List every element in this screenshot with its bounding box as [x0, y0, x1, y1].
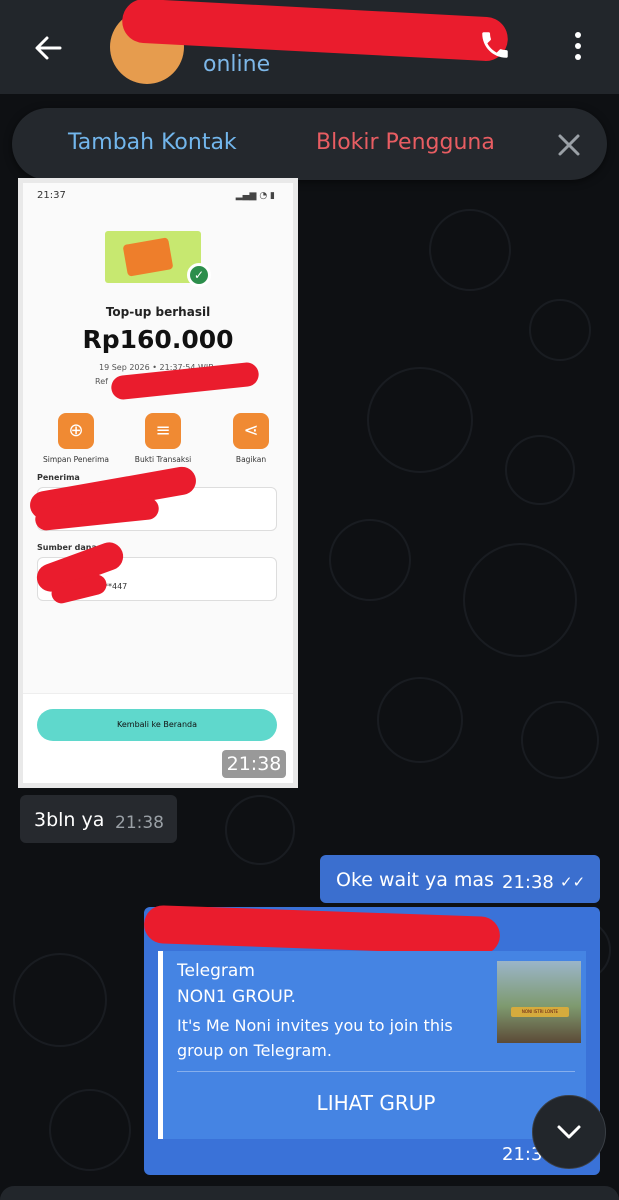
- preview-title: NON1 GROUP.: [177, 987, 296, 1007]
- person-add-icon: ⊕: [58, 413, 94, 449]
- preview-thumbnail: NONI ISTRI LONTE: [497, 961, 581, 1043]
- outgoing-message[interactable]: Oke wait ya mas 21:38 ✓✓: [320, 855, 600, 903]
- signal-icon: ▂▄▆ ◔ ▮: [235, 191, 275, 201]
- check-icon: ✓: [187, 263, 211, 287]
- add-contact-button[interactable]: Tambah Kontak: [68, 130, 237, 155]
- photo-message[interactable]: 21:37 ▂▄▆ ◔ ▮ ✓ Top-up berhasil Rp160.00…: [18, 178, 298, 788]
- preview-divider: [177, 1071, 575, 1072]
- redaction-mark: [143, 904, 501, 956]
- back-to-home-button: Kembali ke Beranda: [37, 709, 277, 741]
- more-vert-icon[interactable]: [558, 26, 598, 66]
- receipt-ref: Ref: [95, 377, 108, 386]
- link-preview-card[interactable]: Telegram NON1 GROUP. It's Me Noni invite…: [158, 951, 586, 1139]
- block-user-button[interactable]: Blokir Pengguna: [316, 130, 495, 155]
- share-action: ⋖ Bagikan: [206, 413, 293, 464]
- chat-header: online: [0, 0, 619, 94]
- message-composer[interactable]: [0, 1186, 619, 1200]
- message-time: 21:38: [222, 750, 286, 778]
- receipt-title: Top-up berhasil: [105, 305, 211, 319]
- preview-site-name: Telegram: [177, 961, 255, 981]
- chevron-down-icon: [557, 1125, 581, 1139]
- recipient-label: Penerima: [37, 473, 80, 482]
- receipt-amount: Rp160.000: [82, 325, 234, 354]
- message-time: 21:38: [502, 872, 554, 893]
- document-icon: ≡: [145, 413, 181, 449]
- preview-description: It's Me Noni invites you to join this gr…: [177, 1016, 453, 1060]
- incoming-message[interactable]: 3bln ya 21:38: [20, 795, 177, 843]
- share-icon: ⋖: [233, 413, 269, 449]
- message-text: Oke wait ya mas: [336, 869, 494, 891]
- thumbnail-badge: NONI ISTRI LONTE: [511, 1007, 569, 1017]
- screenshot-status-time: 21:37: [37, 190, 66, 201]
- receipt-proof-action: ≡ Bukti Transaksi: [118, 413, 208, 464]
- back-arrow-icon[interactable]: [28, 28, 68, 68]
- save-recipient-action: ⊕ Simpan Penerima: [31, 413, 121, 464]
- contact-action-bar: Tambah Kontak Blokir Pengguna: [12, 108, 607, 180]
- scroll-down-button[interactable]: [532, 1095, 606, 1169]
- status-text: online: [203, 52, 271, 77]
- read-ticks-icon: ✓✓: [560, 873, 586, 891]
- message-time: 21:38: [115, 813, 164, 833]
- view-group-button[interactable]: LIHAT GRUP: [177, 1079, 575, 1127]
- phone-icon[interactable]: [478, 28, 518, 68]
- close-icon[interactable]: [554, 130, 584, 160]
- message-text: 3bln ya: [34, 809, 105, 831]
